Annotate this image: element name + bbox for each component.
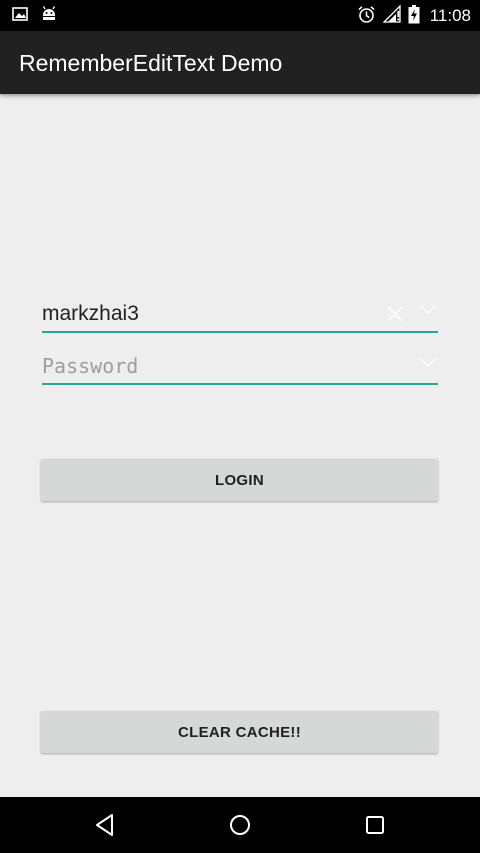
back-icon[interactable] [92, 811, 120, 839]
recents-icon[interactable] [361, 811, 389, 839]
battery-charging-icon [408, 5, 420, 29]
close-icon[interactable] [385, 304, 405, 324]
navigation-bar [0, 797, 480, 853]
alarm-icon [357, 5, 376, 29]
screen: 11:08 RememberEditText Demo L [0, 0, 480, 853]
username-input[interactable] [42, 299, 372, 329]
app-bar: RememberEditText Demo [0, 31, 480, 94]
chevron-down-icon[interactable] [418, 355, 438, 375]
status-bar: 11:08 [0, 0, 480, 31]
login-button[interactable]: LOGIN [41, 459, 438, 501]
signal-icon [382, 4, 401, 28]
clear-cache-button[interactable]: CLEAR CACHE!! [41, 711, 438, 753]
password-input[interactable] [42, 351, 372, 381]
home-icon[interactable] [226, 811, 254, 839]
password-underline [42, 383, 438, 385]
chevron-down-icon[interactable] [418, 302, 438, 322]
status-time: 11:08 [429, 6, 471, 25]
app-title: RememberEditText Demo [19, 50, 283, 76]
android-debug-icon [40, 5, 58, 28]
password-field [42, 351, 438, 385]
username-underline [42, 331, 438, 333]
image-icon [12, 6, 28, 27]
username-field [42, 299, 438, 333]
